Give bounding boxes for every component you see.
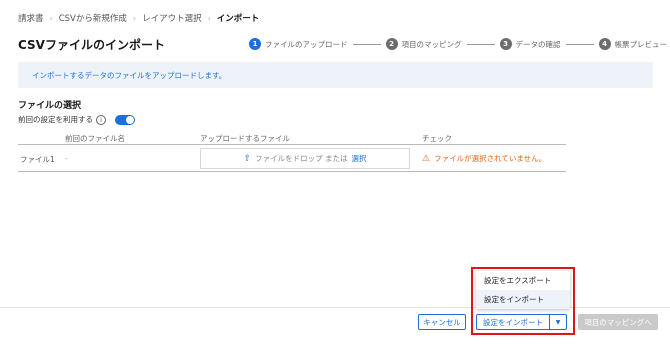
breadcrumb-item-current: インポート xyxy=(216,14,260,24)
table-row: ファイル1 - ⇧ ファイルをドロップ または 選択 ⚠ ファイルが選択されてい… xyxy=(18,145,566,172)
import-settings-button[interactable]: 設定をインポート xyxy=(476,314,550,330)
upload-icon: ⇧ xyxy=(243,153,252,164)
step-connector xyxy=(565,43,594,45)
info-message: インポートするデータのファイルをアップロードします。 xyxy=(18,62,653,88)
check-message: ファイルが選択されていません。 xyxy=(434,154,547,163)
row-label: ファイル1 xyxy=(20,155,55,164)
column-header-upload: アップロードするファイル xyxy=(200,134,290,143)
reuse-settings-label: 前回の設定を利用する xyxy=(18,115,93,124)
step-number: 4 xyxy=(598,38,611,50)
breadcrumb: 請求書 › CSVから新規作成 › レイアウト選択 › インポート xyxy=(18,12,260,25)
file-section-title: ファイルの選択 xyxy=(18,101,82,111)
page-title: CSVファイルのインポート xyxy=(18,38,165,52)
step-connector xyxy=(466,43,495,45)
info-icon[interactable]: i xyxy=(96,114,106,125)
column-header-check: チェック xyxy=(422,134,452,143)
step-confirm: 3 データの確認 xyxy=(499,38,561,50)
breadcrumb-item-invoice[interactable]: 請求書 xyxy=(18,12,44,24)
select-file-link[interactable]: 選択 xyxy=(351,153,366,164)
column-header-previous: 前回のファイル名 xyxy=(65,134,125,143)
file-dropzone[interactable]: ⇧ ファイルをドロップ または 選択 xyxy=(200,148,410,169)
step-label: データの確認 xyxy=(515,39,561,49)
step-label: 項目のマッピング xyxy=(401,39,462,49)
chevron-right-icon: › xyxy=(207,13,211,23)
stepper: 1 ファイルのアップロード 2 項目のマッピング 3 データの確認 4 帳票プレ… xyxy=(249,38,667,50)
next-mapping-button[interactable]: 項目のマッピングへ xyxy=(578,314,658,330)
previous-file-name: - xyxy=(65,154,68,163)
dropzone-text: ファイルをドロップ または xyxy=(255,154,348,163)
step-upload: 1 ファイルのアップロード xyxy=(249,38,348,50)
step-number: 1 xyxy=(249,38,261,50)
chevron-right-icon: › xyxy=(49,13,53,23)
table-header: 前回のファイル名 アップロードするファイル チェック xyxy=(18,133,566,145)
reuse-settings-row: 前回の設定を利用する i xyxy=(18,114,135,125)
check-status: ⚠ ファイルが選択されていません。 xyxy=(422,153,546,164)
step-number: 3 xyxy=(499,38,512,50)
step-mapping: 2 項目のマッピング xyxy=(385,38,462,50)
step-connector xyxy=(352,43,381,45)
breadcrumb-item-layout[interactable]: レイアウト選択 xyxy=(142,12,202,24)
step-label: ファイルのアップロード xyxy=(265,39,348,49)
warning-icon: ⚠ xyxy=(422,153,431,164)
breadcrumb-item-csv-new[interactable]: CSVから新規作成 xyxy=(59,12,127,24)
step-number: 2 xyxy=(385,38,398,50)
reuse-settings-toggle[interactable] xyxy=(115,114,135,125)
step-label: 帳票プレビュー xyxy=(614,39,668,49)
chevron-right-icon: › xyxy=(132,13,137,23)
cancel-button[interactable]: キャンセル xyxy=(418,314,466,330)
chevron-down-icon[interactable]: ▼ xyxy=(549,314,567,330)
step-preview: 4 帳票プレビュー xyxy=(598,38,668,50)
